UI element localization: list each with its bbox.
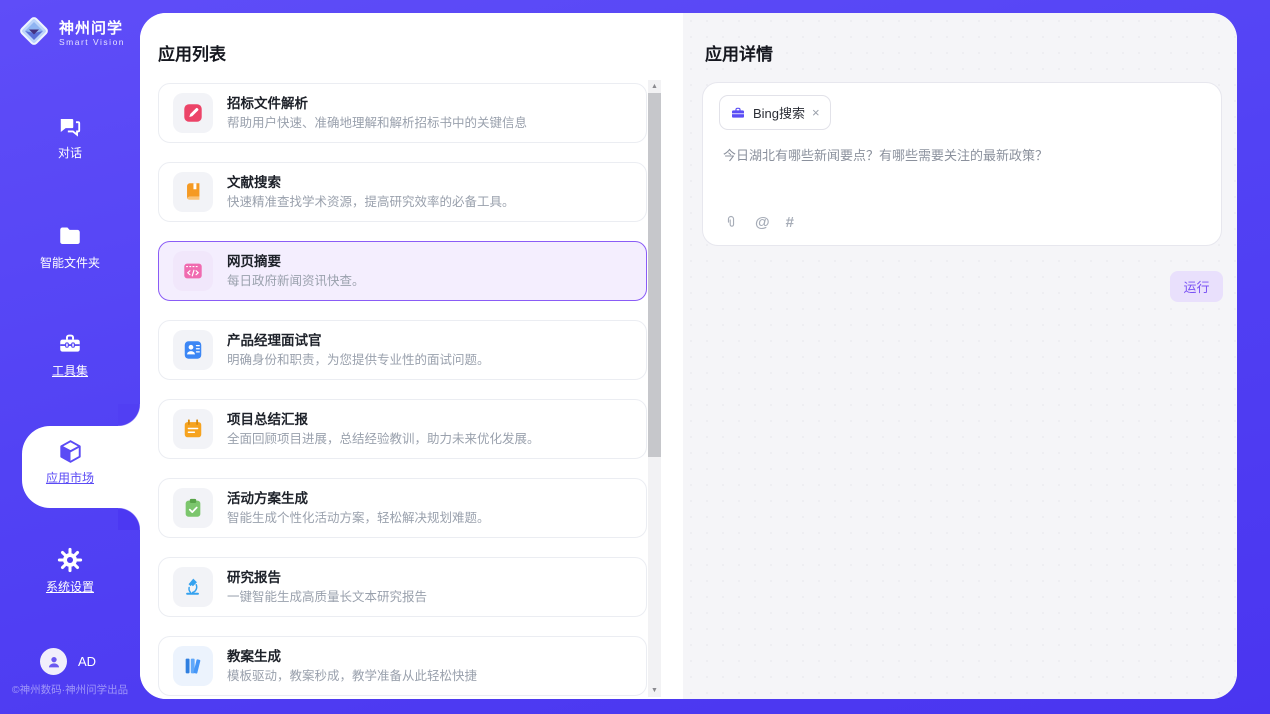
microscope-icon <box>173 567 213 607</box>
user-initials: AD <box>78 654 96 669</box>
sidebar-item-label: 系统设置 <box>46 580 94 594</box>
app-card-title: 产品经理面试官 <box>227 332 490 349</box>
browser-code-icon <box>173 251 213 291</box>
app-list-panel: 应用列表 招标文件解析 帮助用户快速、准确地理解和解析招标书中的关键信息 <box>140 13 683 699</box>
diamond-logo-icon <box>16 13 52 54</box>
paperclip-icon[interactable] <box>723 214 739 231</box>
app-card-title: 研究报告 <box>227 569 427 586</box>
app-card-research-report[interactable]: 研究报告 一键智能生成高质量长文本研究报告 <box>158 557 647 617</box>
sidebar-item-label: 应用市场 <box>46 471 94 485</box>
question-text[interactable]: 今日湖北有哪些新闻要点？有哪些需要关注的最新政策？ <box>723 145 1193 164</box>
app-card-title: 文献搜索 <box>227 174 515 191</box>
interviewer-icon <box>173 330 213 370</box>
app-detail-title: 应用详情 <box>705 40 773 65</box>
sidebar: 神州问学 Smart Vision 对话 智能文件夹 <box>0 0 140 714</box>
at-icon[interactable]: @ <box>755 214 770 231</box>
book-icon <box>173 172 213 212</box>
app-card-title: 项目总结汇报 <box>227 411 540 428</box>
sidebar-item-toolset[interactable]: 工具集 <box>0 331 140 380</box>
app-card-bid-analysis[interactable]: 招标文件解析 帮助用户快速、准确地理解和解析招标书中的关键信息 <box>158 83 647 143</box>
app-card-desc: 全面回顾项目进展，总结经验教训，助力未来优化发展。 <box>227 431 540 447</box>
edit-square-icon <box>173 93 213 133</box>
sidebar-item-label: 智能文件夹 <box>40 256 100 270</box>
cube-icon <box>57 438 83 464</box>
clipboard-check-icon <box>173 488 213 528</box>
content-area: 应用列表 招标文件解析 帮助用户快速、准确地理解和解析招标书中的关键信息 <box>140 13 1237 699</box>
app-card-title: 招标文件解析 <box>227 95 527 112</box>
toolbox-icon <box>57 331 83 357</box>
scroll-up-icon[interactable]: ▲ <box>648 80 661 93</box>
scrollbar-thumb[interactable] <box>648 93 661 457</box>
app-card-title: 活动方案生成 <box>227 490 490 507</box>
attachment-toolbar: @ # <box>723 214 794 231</box>
brand-logo: 神州问学 Smart Vision <box>16 13 125 54</box>
sidebar-footer: ©神州数码·神州问学出品 <box>0 682 140 697</box>
app-card-lesson-plan[interactable]: 教案生成 模板驱动，教案秒成，教学准备从此轻松快捷 <box>158 636 647 696</box>
gear-icon <box>57 547 83 573</box>
close-icon[interactable]: × <box>812 108 820 118</box>
briefcase-icon <box>730 105 746 121</box>
chat-icon <box>57 113 83 139</box>
sidebar-item-label: 工具集 <box>52 364 88 378</box>
sidebar-item-settings[interactable]: 系统设置 <box>0 547 140 596</box>
app-card-title: 网页摘要 <box>227 253 365 270</box>
app-card-pm-interviewer[interactable]: 产品经理面试官 明确身份和职责，为您提供专业性的面试问题。 <box>158 320 647 380</box>
app-card-desc: 一键智能生成高质量长文本研究报告 <box>227 589 427 605</box>
sidebar-item-chat[interactable]: 对话 <box>0 113 140 162</box>
tool-tag-bing-search[interactable]: Bing搜索 × <box>719 95 831 130</box>
hash-icon[interactable]: # <box>786 214 794 231</box>
books-icon <box>173 646 213 686</box>
app-card-event-plan[interactable]: 活动方案生成 智能生成个性化活动方案，轻松解决规划难题。 <box>158 478 647 538</box>
app-card-desc: 帮助用户快速、准确地理解和解析招标书中的关键信息 <box>227 115 527 131</box>
prompt-card[interactable]: Bing搜索 × 今日湖北有哪些新闻要点？有哪些需要关注的最新政策？ @ # <box>702 82 1222 246</box>
brand-subtitle: Smart Vision <box>59 37 125 48</box>
calendar-report-icon <box>173 409 213 449</box>
tool-tag-label: Bing搜索 <box>753 103 805 122</box>
brand-name: 神州问学 <box>59 20 125 37</box>
app-card-desc: 模板驱动，教案秒成，教学准备从此轻松快捷 <box>227 668 477 684</box>
folder-icon <box>57 223 83 249</box>
app-list-scrollbar[interactable]: ▲ ▼ <box>648 80 661 697</box>
sidebar-item-label: 对话 <box>58 146 82 160</box>
app-detail-panel: 应用详情 Bing搜索 × 今日湖北有哪些新闻要点？有哪些需要关注的最新政策？ <box>683 13 1237 699</box>
app-card-desc: 智能生成个性化活动方案，轻松解决规划难题。 <box>227 510 490 526</box>
app-card-desc: 每日政府新闻资讯快查。 <box>227 273 365 289</box>
app-card-list: 招标文件解析 帮助用户快速、准确地理解和解析招标书中的关键信息 文献搜索 <box>158 83 647 699</box>
avatar <box>40 648 67 675</box>
sidebar-item-smart-folder[interactable]: 智能文件夹 <box>0 223 140 272</box>
app-card-title: 教案生成 <box>227 648 477 665</box>
run-button[interactable]: 运行 <box>1170 271 1223 302</box>
scroll-down-icon[interactable]: ▼ <box>648 684 661 697</box>
app-card-desc: 明确身份和职责，为您提供专业性的面试问题。 <box>227 352 490 368</box>
app-card-desc: 快速精准查找学术资源，提高研究效率的必备工具。 <box>227 194 515 210</box>
user-row[interactable]: AD <box>0 648 140 678</box>
sidebar-item-app-market[interactable]: 应用市场 <box>0 438 140 487</box>
app-card-literature-search[interactable]: 文献搜索 快速精准查找学术资源，提高研究效率的必备工具。 <box>158 162 647 222</box>
app-window: 神州问学 Smart Vision 对话 智能文件夹 <box>0 0 1270 714</box>
app-card-project-summary[interactable]: 项目总结汇报 全面回顾项目进展，总结经验教训，助力未来优化发展。 <box>158 399 647 459</box>
app-list-title: 应用列表 <box>158 40 226 65</box>
app-card-web-summary[interactable]: 网页摘要 每日政府新闻资讯快查。 <box>158 241 647 301</box>
